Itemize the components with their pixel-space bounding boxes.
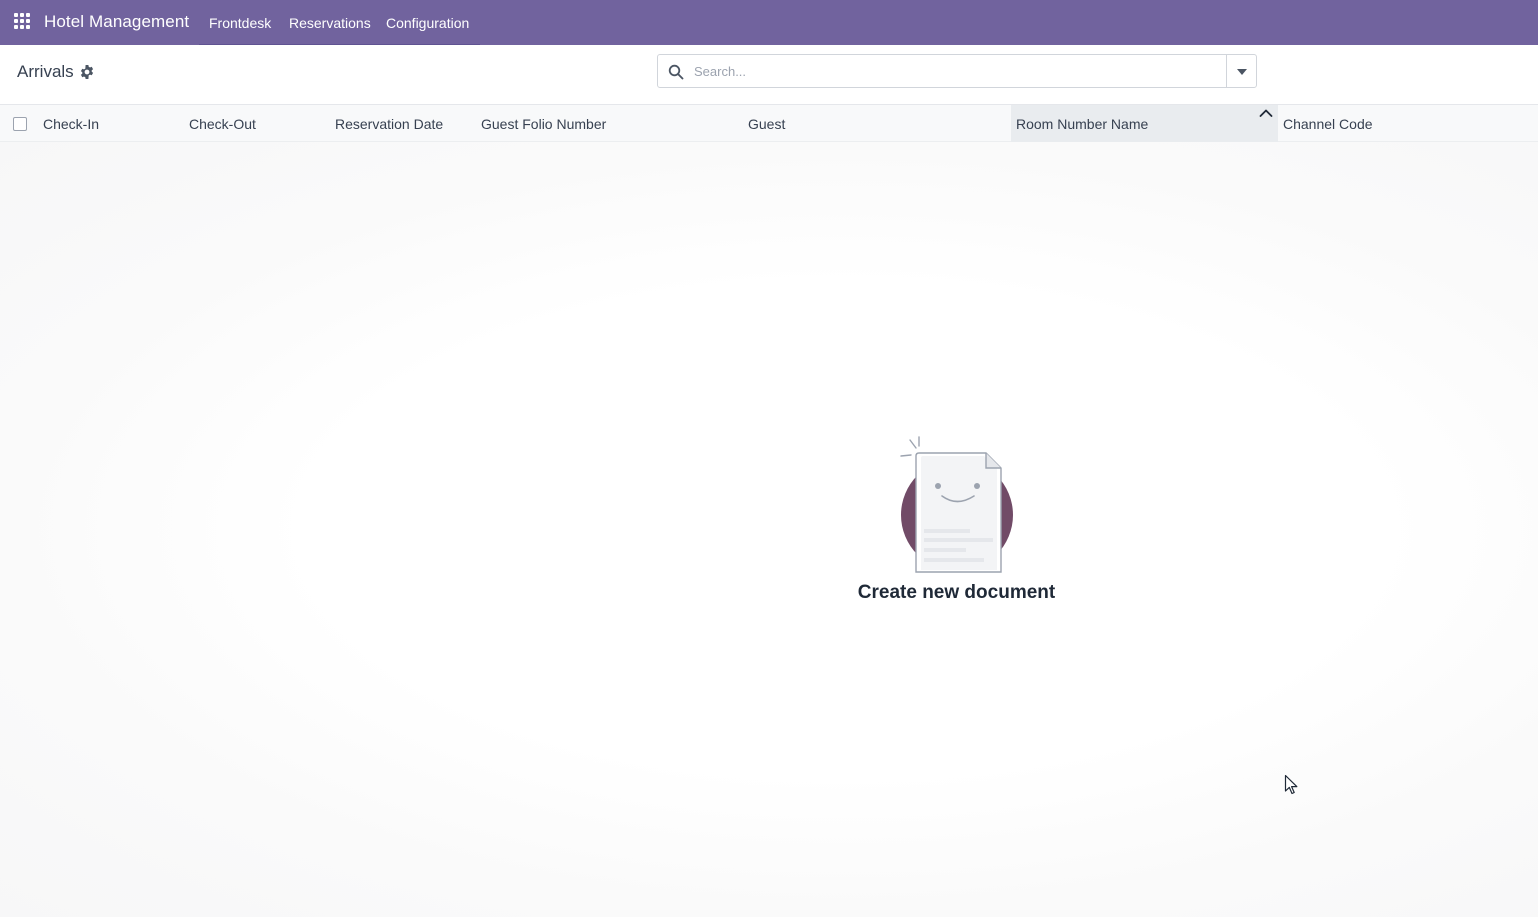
search-icon (668, 64, 684, 80)
breadcrumb: Arrivals (17, 62, 74, 81)
gear-icon[interactable] (79, 64, 95, 80)
empty-state-title: Create new document (857, 582, 1056, 603)
app-brand[interactable]: Hotel Management (44, 12, 189, 32)
smiling-document-icon (900, 436, 1013, 573)
top-navbar: Hotel Management Frontdesk Reservations … (0, 0, 1538, 45)
column-guest[interactable]: Guest (748, 105, 1011, 142)
grid-icon[interactable] (14, 13, 32, 31)
menu-configuration[interactable]: Configuration (386, 15, 469, 31)
menu-reservations[interactable]: Reservations (289, 15, 371, 31)
menu-frontdesk[interactable]: Frontdesk (209, 15, 271, 31)
control-panel: Arrivals (0, 45, 1538, 105)
sort-ascending-icon[interactable] (1259, 108, 1273, 118)
column-check-in[interactable]: Check-In (43, 105, 189, 142)
column-check-out[interactable]: Check-Out (189, 105, 335, 142)
column-room-number-name[interactable]: Room Number Name (1011, 105, 1278, 142)
search-options-toggle[interactable] (1226, 55, 1256, 87)
search-input[interactable] (694, 56, 1224, 86)
column-reservation-date[interactable]: Reservation Date (335, 105, 481, 142)
empty-list-area (0, 142, 1538, 917)
search-bar (657, 54, 1257, 88)
caret-down-icon (1237, 69, 1247, 75)
mouse-cursor-icon (1284, 774, 1298, 795)
column-guest-folio-number[interactable]: Guest Folio Number (481, 105, 748, 142)
column-channel-code[interactable]: Channel Code (1283, 105, 1538, 142)
list-header: Check-In Check-Out Reservation Date Gues… (0, 105, 1538, 142)
select-all-checkbox[interactable] (13, 117, 27, 131)
